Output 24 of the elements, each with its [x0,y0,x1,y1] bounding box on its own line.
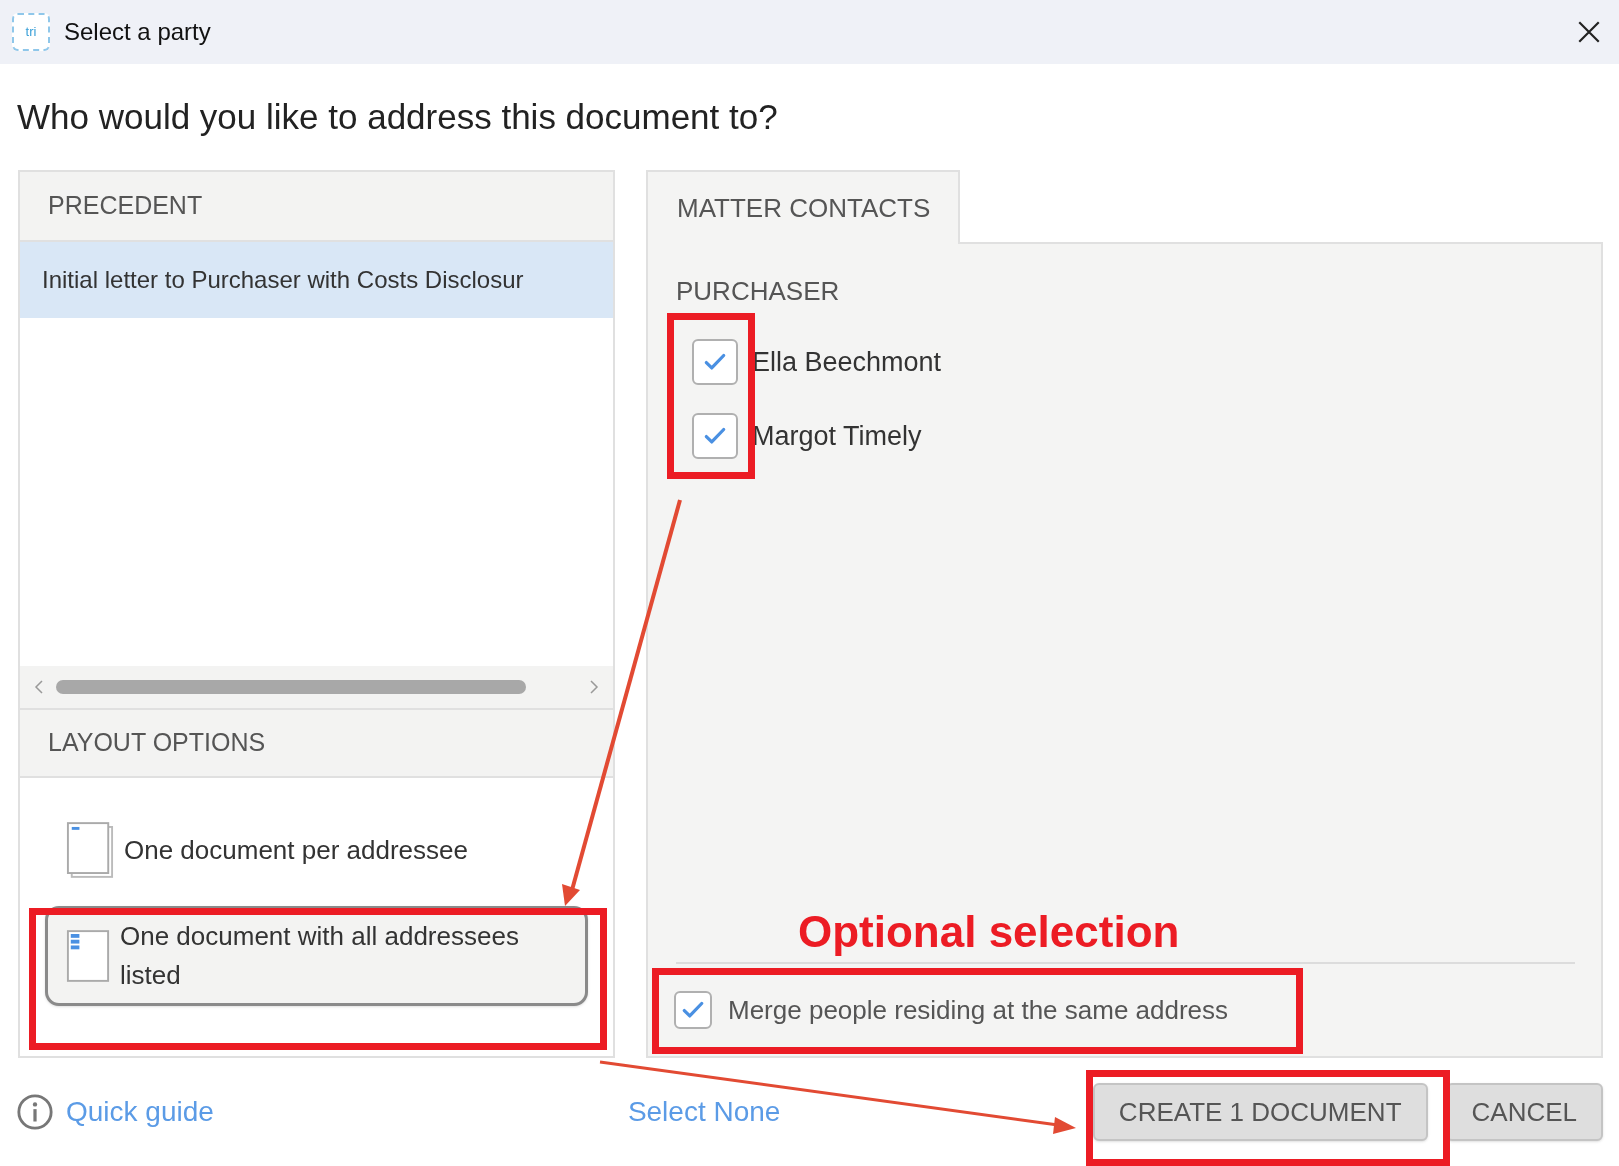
close-icon [1576,19,1602,45]
scroll-left-icon[interactable] [34,679,44,695]
app-logo: tri [12,13,50,51]
precedent-item[interactable]: Initial letter to Purchaser with Costs Disclosur [20,242,613,318]
window-title: Select a party [64,17,211,47]
annotation-text: Optional selection [797,910,1181,954]
section-header: LAYOUT OPTIONS [20,708,613,778]
checkbox[interactable] [692,339,738,385]
checkbox[interactable] [692,413,738,459]
create-button[interactable]: CREATE 1 DOCUMENT [1092,1083,1428,1141]
merge-option-label: Merge people residing at the same address [728,993,1229,1027]
info-icon [16,1093,54,1131]
scrollbar-thumb[interactable] [56,680,526,694]
group-label: PURCHASER [676,275,841,308]
horizontal-scrollbar[interactable] [20,666,613,708]
contact-name: Margot Timely [752,419,922,453]
document-list-icon [66,929,110,983]
section-header: PRECEDENT [20,172,613,242]
layout-option[interactable]: One document with all addressees listed [45,906,588,1006]
tab[interactable]: MATTER CONTACTS [646,170,960,244]
checkbox[interactable] [674,991,712,1029]
scroll-right-icon[interactable] [589,679,599,695]
dialog-heading: Who would you like to address this document to? [16,95,779,138]
document-stack-icon [66,821,114,879]
